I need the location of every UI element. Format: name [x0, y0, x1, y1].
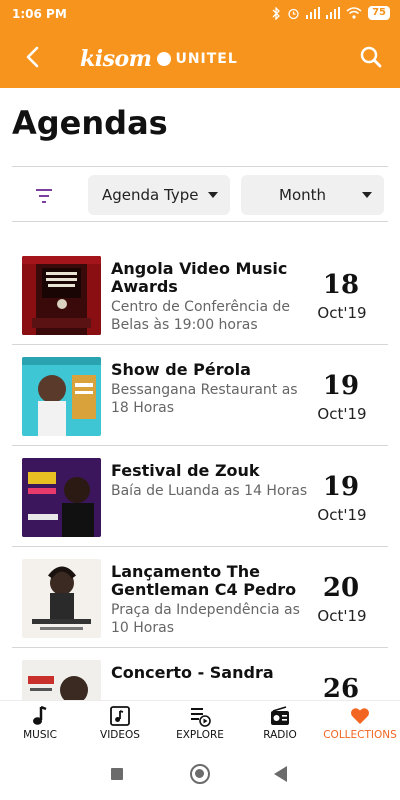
nav-videos[interactable]: VIDEOS [80, 701, 160, 748]
agenda-type-label: Agenda Type [102, 186, 199, 204]
event-month: Oct'19 [317, 405, 367, 423]
event-day: 20 [322, 573, 360, 603]
event-subtitle: Bessangana Restaurant as 18 Horas [111, 382, 298, 416]
event-month: Oct'19 [317, 304, 367, 322]
event-thumbnail [22, 458, 101, 537]
search-icon[interactable] [356, 42, 386, 72]
event-title: Festival de Zouk [111, 461, 260, 480]
agenda-row[interactable]: Show de Pérola Bessangana Restaurant as … [12, 345, 388, 446]
month-label: Month [279, 186, 327, 204]
event-thumbnail [22, 559, 101, 638]
nav-collections-label: COLLECTIONS [323, 729, 397, 741]
event-day: 18 [322, 270, 360, 300]
back-arrow-icon[interactable] [18, 42, 48, 72]
event-title: Concerto - Sandra [111, 663, 274, 682]
system-back-icon[interactable] [274, 766, 287, 782]
event-title: Angola Video Music Awards [111, 259, 288, 296]
chevron-down-icon [208, 192, 218, 198]
video-music-icon [110, 706, 130, 726]
divider-top [12, 166, 388, 167]
event-thumbnail [22, 256, 101, 335]
status-bar: 1:06 PM 75 [0, 0, 400, 28]
event-day: 19 [322, 371, 360, 401]
agenda-row[interactable]: Festival de Zouk Baía de Luanda as 14 Ho… [12, 446, 388, 547]
radio-icon [271, 706, 289, 725]
event-subtitle: Baía de Luanda as 14 Horas [111, 483, 308, 499]
wifi-icon [346, 7, 362, 19]
divider-filters [12, 221, 388, 222]
bottom-navigation: MUSIC VIDEOS EXPLORE RADIO COLLECTIONS [0, 700, 400, 748]
logo-unitel-text: UNITEL [175, 51, 238, 67]
agenda-row[interactable]: Angola Video Music Awards Centro de Conf… [12, 244, 388, 345]
nav-radio-label: RADIO [263, 729, 297, 741]
app-logo: kisom UNITEL [80, 46, 238, 72]
page-title: Agendas [12, 104, 168, 142]
bluetooth-icon [272, 6, 280, 20]
status-icons: 75 [271, 6, 390, 20]
logo-unitel: UNITEL [157, 51, 237, 67]
nav-radio[interactable]: RADIO [240, 701, 320, 748]
event-month: Oct'19 [317, 506, 367, 524]
status-time: 1:06 PM [12, 7, 67, 21]
agenda-list: Angola Video Music Awards Centro de Conf… [12, 244, 388, 749]
recents-icon[interactable] [111, 768, 123, 780]
event-title: Show de Pérola [111, 360, 251, 379]
battery-icon: 75 [368, 6, 390, 20]
playlist-play-icon [191, 708, 211, 727]
chevron-down-icon [362, 192, 372, 198]
music-note-icon [33, 705, 47, 725]
logo-kisom: kisom [80, 46, 152, 72]
signal-icon [306, 7, 321, 19]
home-icon[interactable] [190, 764, 210, 784]
heart-icon [351, 708, 369, 724]
nav-videos-label: VIDEOS [100, 729, 140, 741]
nav-explore[interactable]: EXPLORE [160, 701, 240, 748]
unitel-mark-icon [157, 52, 172, 66]
alarm-icon [288, 8, 299, 19]
app-bar: kisom UNITEL [0, 28, 400, 88]
event-subtitle: Centro de Conferência de Belas às 19:00 … [111, 299, 290, 333]
event-title: Lançamento The Gentleman C4 Pedro [111, 562, 297, 599]
month-dropdown[interactable]: Month [241, 175, 384, 215]
filter-icon[interactable] [32, 186, 56, 206]
system-navigation-bar [0, 748, 400, 800]
agenda-type-dropdown[interactable]: Agenda Type [88, 175, 230, 215]
nav-music[interactable]: MUSIC [0, 701, 80, 748]
event-subtitle: Praça da Independência as 10 Horas [111, 602, 300, 636]
nav-collections[interactable]: COLLECTIONS [320, 701, 400, 748]
nav-explore-label: EXPLORE [176, 729, 224, 741]
nav-music-label: MUSIC [23, 729, 57, 741]
event-month: Oct'19 [317, 607, 367, 625]
event-thumbnail [22, 357, 101, 436]
app-header: 1:06 PM 75 kisom UNITEL [0, 0, 400, 88]
agenda-row[interactable]: Lançamento The Gentleman C4 Pedro Praça … [12, 547, 388, 648]
event-day: 19 [322, 472, 360, 502]
signal-icon-2 [326, 7, 341, 19]
